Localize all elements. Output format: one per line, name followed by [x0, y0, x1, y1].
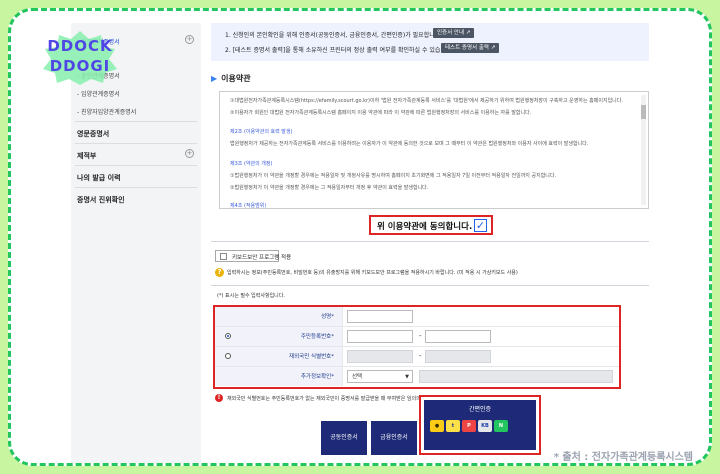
- form-label-cell: 성명*: [215, 307, 343, 326]
- keyboard-security-checkbox[interactable]: [220, 253, 227, 260]
- financial-certificate-button[interactable]: 금융인증서: [371, 421, 417, 455]
- simple-auth-button[interactable]: 간편인증 ● t P KB N: [424, 400, 536, 450]
- form-label-cell: 재외국민 식별번호*: [215, 347, 343, 366]
- notice-line-2: 2. [테스트 증명서 출력]을 통해 소유하신 프린터의 정상 출력 여부를 …: [225, 47, 454, 54]
- foreign-id-radio[interactable]: [225, 353, 231, 359]
- notice-box: 1. 신청인의 본인확인을 위해 인증서(공동인증서, 금융인증서, 간편인증)…: [211, 23, 649, 61]
- sidebar-item-history[interactable]: 나의 발급 이력: [77, 173, 121, 183]
- terms-line: ②법원행정처가 이 약관을 개정할 경우에는 그 적용일자부터 개정 후 약관이…: [230, 185, 429, 191]
- ddockddogi-logo: DDOCK DDOGI: [39, 29, 121, 85]
- notice-line-1: 1. 신청인의 본인확인을 위해 인증서(공동인증서, 금융인증서, 간편인증)…: [225, 32, 443, 39]
- divider: [211, 285, 649, 286]
- foreign-id-label: 재외국민 식별번호*: [289, 354, 334, 360]
- rrn-radio[interactable]: [225, 333, 231, 339]
- chevron-down-icon: ▼: [405, 374, 409, 380]
- name-input[interactable]: [347, 310, 413, 323]
- terms-line: 법원행정처가 제공하는 전자가족관계등록 서비스를 이용하려는 이용자가 이 약…: [230, 141, 589, 147]
- page-frame: - 가족관계증명서 + - 혼인관계증명서 - 입양관계증명서 - 친양자입양관…: [8, 8, 712, 466]
- form-row-name: 성명*: [215, 307, 619, 327]
- naver-icon[interactable]: N: [494, 420, 508, 432]
- terms-title-text: 이용약관: [221, 74, 251, 83]
- rrn-back-input[interactable]: [425, 330, 491, 343]
- extra-info-input[interactable]: [419, 370, 613, 383]
- terms-heading: 제2조 (이용약관의 효력 발생): [230, 129, 293, 135]
- sidebar-item-adoption[interactable]: - 입양관계증명서: [77, 89, 120, 98]
- form-label-cell: 주민등록번호*: [215, 327, 343, 346]
- dash: -: [419, 352, 422, 360]
- agree-label: 위 이용약관에 동의합니다.: [377, 222, 473, 232]
- toss-icon[interactable]: t: [446, 420, 460, 432]
- sidebar-item-removed-register[interactable]: 제적부: [77, 151, 96, 161]
- divider: [75, 143, 197, 144]
- terms-heading: 제4조 (적용범위): [230, 203, 267, 209]
- kb-icon[interactable]: KB: [478, 420, 492, 432]
- sidebar-item-full-adoption[interactable]: - 친양자입양관계증명서: [77, 107, 136, 116]
- required-note: (*) 표시는 필수 입력사항입니다.: [217, 293, 285, 299]
- name-label: 성명*: [321, 314, 334, 320]
- form-row-extra: 추가정보확인* 선택 ▼: [215, 367, 619, 387]
- sidebar-item-english[interactable]: 영문증명서: [77, 129, 109, 139]
- foreign-id-back-input[interactable]: [425, 350, 491, 363]
- terms-title: ▶ 이용약관: [211, 73, 251, 84]
- terms-line: ②이용자가 회원인 대법원 전자가족관계등록시스템 홈페이지 이용 약관에 따라…: [230, 110, 532, 116]
- test-print-button[interactable]: 테스트 증명서 출력 ↗: [441, 43, 500, 53]
- simple-auth-highlight: 간편인증 ● t P KB N: [419, 395, 541, 455]
- plus-icon[interactable]: +: [185, 35, 194, 44]
- scrollbar-thumb[interactable]: [641, 105, 646, 119]
- form-row-rrn: 주민등록번호* -: [215, 327, 619, 347]
- simple-auth-label: 간편인증: [468, 406, 492, 413]
- keyboard-info-text: 입력하시는 정보(주민등록번호, 비밀번호 등)의 유출방지를 위해 키보드보안…: [227, 270, 518, 276]
- terms-scrollbox[interactable]: ①대법원전자가족관계등록시스템(https://efamily.scourt.g…: [219, 91, 649, 209]
- page-inner: - 가족관계증명서 + - 혼인관계증명서 - 입양관계증명서 - 친양자입양관…: [11, 11, 709, 463]
- kakao-icon[interactable]: ●: [430, 420, 444, 432]
- form-row-foreign: 재외국민 식별번호* -: [215, 347, 619, 367]
- dash: -: [419, 332, 422, 340]
- sidebar-item-verify[interactable]: 증명서 진위확인: [77, 195, 125, 205]
- keyboard-security-toggle[interactable]: 키보드보안 프로그램 적용: [215, 250, 291, 262]
- terms-line: ①대법원전자가족관계등록시스템(https://efamily.scourt.g…: [230, 98, 623, 104]
- pass-icon[interactable]: P: [462, 420, 476, 432]
- extra-info-select-value: 선택: [352, 374, 363, 380]
- logo-text-top: DDOCK: [47, 37, 113, 55]
- extra-info-select[interactable]: 선택 ▼: [347, 370, 413, 383]
- warning-icon: !: [215, 394, 223, 402]
- terms-scrollbar[interactable]: [641, 95, 646, 205]
- divider: [75, 121, 197, 122]
- keyboard-security-label: 키보드보안 프로그램 적용: [232, 255, 292, 261]
- sidebar: - 가족관계증명서 + - 혼인관계증명서 - 입양관계증명서 - 친양자입양관…: [71, 23, 201, 463]
- plus-icon[interactable]: +: [185, 149, 194, 158]
- extra-info-label: 추가정보확인*: [300, 374, 334, 380]
- divider: [211, 241, 649, 242]
- question-icon: ?: [215, 268, 224, 277]
- terms-heading: 제3조 (약관의 개정): [230, 161, 273, 167]
- rrn-front-input[interactable]: [347, 330, 413, 343]
- foreign-id-front-input[interactable]: [347, 350, 413, 363]
- agree-terms[interactable]: 위 이용약관에 동의합니다. ✓: [369, 215, 493, 235]
- divider: [75, 165, 197, 166]
- joint-certificate-button[interactable]: 공동인증서: [321, 421, 367, 455]
- agree-checkbox[interactable]: ✓: [474, 219, 487, 232]
- rrn-label: 주민등록번호*: [300, 334, 334, 340]
- triangle-icon: ▶: [211, 74, 218, 83]
- terms-line: ①법원행정처가 이 약관을 개정할 경우에는 적용일자 및 개정사유를 명시하여…: [230, 173, 557, 179]
- identity-form: 성명* 주민등록번호* - 재외국민 식별번호* - 추가정보확인* 선택 ▼: [213, 305, 621, 389]
- logo-text-bottom: DDOGI: [49, 57, 111, 75]
- source-caption: * 출처 : 전자가족관계등록시스템: [553, 452, 693, 463]
- form-label-cell: 추가정보확인*: [215, 367, 343, 386]
- certificate-guide-button[interactable]: 인증서 안내 ↗: [433, 28, 475, 38]
- divider: [75, 187, 197, 188]
